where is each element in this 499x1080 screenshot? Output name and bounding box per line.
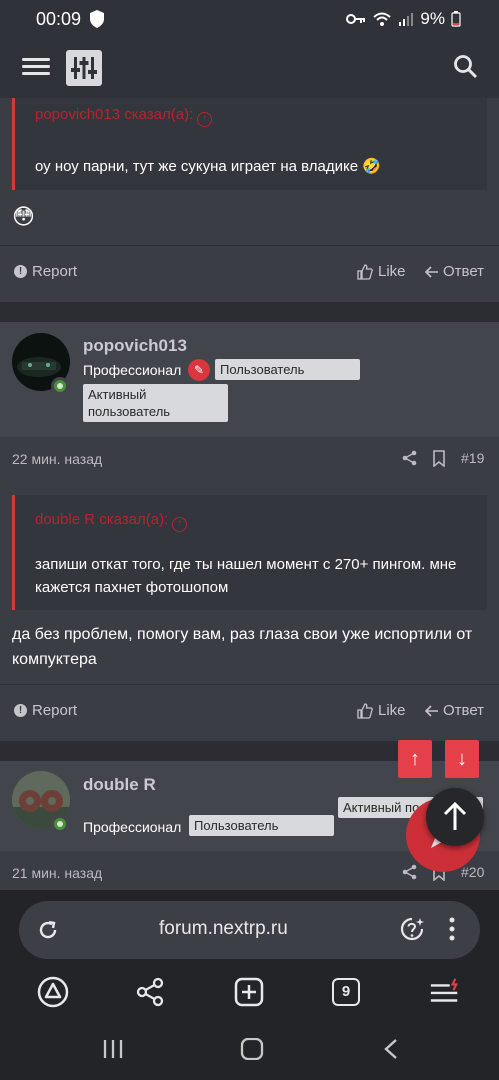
report-button[interactable]: ! Report xyxy=(14,702,77,719)
help-assistant-icon[interactable] xyxy=(399,916,427,944)
quote-block: double R сказал(а): ↑ запиши откат того, … xyxy=(12,495,487,610)
key-icon xyxy=(346,14,366,24)
report-button[interactable]: ! Report xyxy=(14,263,77,280)
browser-menu-icon[interactable] xyxy=(429,976,461,1008)
user-card: popovich013 Профессионал ✎ Пользователь … xyxy=(0,322,499,437)
sliders-icon xyxy=(71,57,97,79)
scroll-up-button[interactable]: ↑ xyxy=(398,740,432,778)
alert-icon: ! xyxy=(14,704,27,717)
arrow-up-circle-icon[interactable]: ↑ xyxy=(172,517,188,532)
reply-button[interactable]: Ответ xyxy=(425,702,484,719)
reply-button[interactable]: Ответ xyxy=(425,263,484,280)
search-icon[interactable] xyxy=(453,54,479,80)
like-button[interactable]: Like xyxy=(357,263,406,280)
online-status-icon xyxy=(51,377,69,395)
thumbs-up-icon xyxy=(357,263,373,280)
battery-icon xyxy=(451,11,461,27)
scroll-top-button[interactable] xyxy=(426,788,484,846)
share-icon[interactable] xyxy=(402,450,418,466)
thread-content[interactable]: popovich013 сказал(а): ↑ оу ноу парни, ту… xyxy=(0,98,499,890)
back-icon[interactable] xyxy=(382,1038,400,1060)
share-icon[interactable] xyxy=(134,976,166,1008)
arrow-up-circle-icon[interactable]: ↑ xyxy=(197,112,213,127)
post-time[interactable]: 21 мин. назад xyxy=(12,865,102,881)
status-icons: 9% xyxy=(346,9,461,29)
post-actions: ! Report Like Ответ xyxy=(0,692,499,732)
post-number[interactable]: #19 xyxy=(461,450,484,466)
user-badge: Пользователь xyxy=(215,359,360,380)
post-text: 😳 xyxy=(12,204,35,229)
shield-icon xyxy=(90,10,104,28)
arrow-up-icon xyxy=(443,801,467,830)
recent-apps-icon[interactable] xyxy=(102,1038,124,1060)
user-rank: Профессионал xyxy=(83,819,182,835)
report-label: Report xyxy=(32,263,78,280)
like-label: Like xyxy=(378,263,406,280)
reply-label: Ответ xyxy=(443,263,485,280)
more-vert-icon[interactable] xyxy=(449,917,455,941)
signal-icon xyxy=(399,13,414,26)
forum-logo[interactable] xyxy=(66,50,102,86)
wifi-icon xyxy=(373,12,392,26)
online-status-icon xyxy=(51,815,69,833)
quote-text: оу ноу парни, тут же сукуна играет на вл… xyxy=(35,158,381,175)
user-rank: Профессионал xyxy=(83,362,182,378)
post-card: popovich013 сказал(а): ↑ оу ноу парни, ту… xyxy=(0,98,499,302)
divider xyxy=(0,245,499,246)
reload-icon[interactable] xyxy=(37,919,59,941)
user-badge: Пользователь xyxy=(189,815,334,836)
post-text: да без проблем, помогу вам, раз глаза св… xyxy=(12,626,473,668)
hamburger-menu-icon[interactable] xyxy=(22,54,50,82)
alert-icon: ! xyxy=(14,265,27,278)
username[interactable]: popovich013 xyxy=(83,336,187,356)
quote-author[interactable]: double R сказал(а): ↑ xyxy=(35,511,188,532)
tabs-count-button[interactable]: 9 xyxy=(332,978,360,1006)
new-tab-icon[interactable] xyxy=(233,976,265,1008)
quote-block: popovich013 сказал(а): ↑ оу ноу парни, ту… xyxy=(12,98,487,190)
status-time: 00:09 xyxy=(36,9,82,29)
url-text[interactable]: forum.nextrp.ru xyxy=(159,918,288,940)
reply-label: Ответ xyxy=(443,702,485,719)
post-time[interactable]: 22 мин. назад xyxy=(12,451,102,467)
username[interactable]: double R xyxy=(83,775,156,795)
address-bar[interactable]: forum.nextrp.ru xyxy=(19,901,480,959)
post-card: double R сказал(а): ↑ запиши откат того, … xyxy=(0,481,499,741)
forum-header xyxy=(0,38,499,98)
divider xyxy=(0,684,499,685)
browser-bottom-bar: forum.nextrp.ru 9 xyxy=(0,890,499,1080)
like-button[interactable]: Like xyxy=(357,702,406,719)
thumbs-up-icon xyxy=(357,702,373,719)
reply-icon xyxy=(425,704,438,717)
scroll-down-button[interactable]: ↓ xyxy=(445,740,479,778)
battery-percent: 9% xyxy=(420,9,445,28)
professional-icon: ✎ xyxy=(188,359,210,381)
status-bar: 00:09 9% xyxy=(0,0,499,38)
like-label: Like xyxy=(378,702,406,719)
reply-icon xyxy=(425,265,438,278)
user-badge: Активный пользователь xyxy=(83,384,228,422)
post-meta: 22 мин. назад #19 xyxy=(0,437,499,481)
bookmark-icon[interactable] xyxy=(432,450,446,467)
quote-text: запиши откат того, где ты нашел момент с… xyxy=(35,556,457,596)
home-icon[interactable] xyxy=(37,976,69,1008)
quote-author[interactable]: popovich013 сказал(а): ↑ xyxy=(35,106,213,127)
post-actions: ! Report Like Ответ xyxy=(0,253,499,293)
home-button-icon[interactable] xyxy=(240,1038,264,1060)
report-label: Report xyxy=(32,702,78,719)
